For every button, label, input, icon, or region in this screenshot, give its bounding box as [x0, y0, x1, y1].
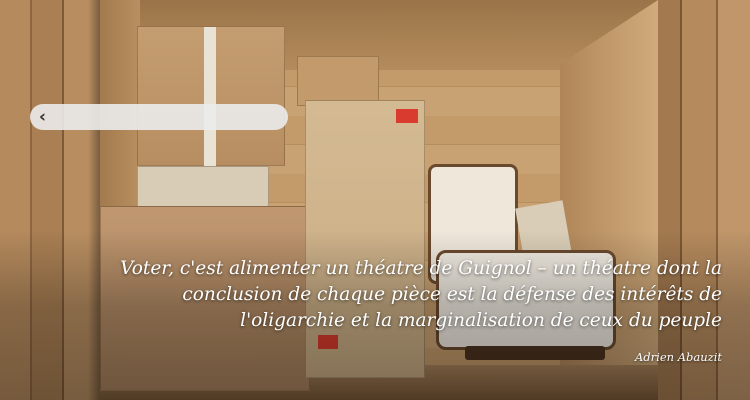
chevron-left-icon[interactable]: ‹	[39, 108, 46, 126]
quote-text: Voter, c'est alimenter un théatre de Gui…	[120, 258, 722, 331]
quote-author: Adrien Abauzit	[635, 350, 722, 364]
fragile-tape	[204, 27, 216, 167]
quote-slide: ‹ Voter, c'est alimenter un théatre de G…	[0, 0, 750, 400]
cardboard-box-middle	[137, 166, 269, 208]
fragile-box	[137, 26, 285, 167]
cardboard-box-back	[297, 56, 379, 106]
back-navigation-bar[interactable]: ‹	[30, 104, 288, 130]
red-label	[396, 109, 418, 123]
